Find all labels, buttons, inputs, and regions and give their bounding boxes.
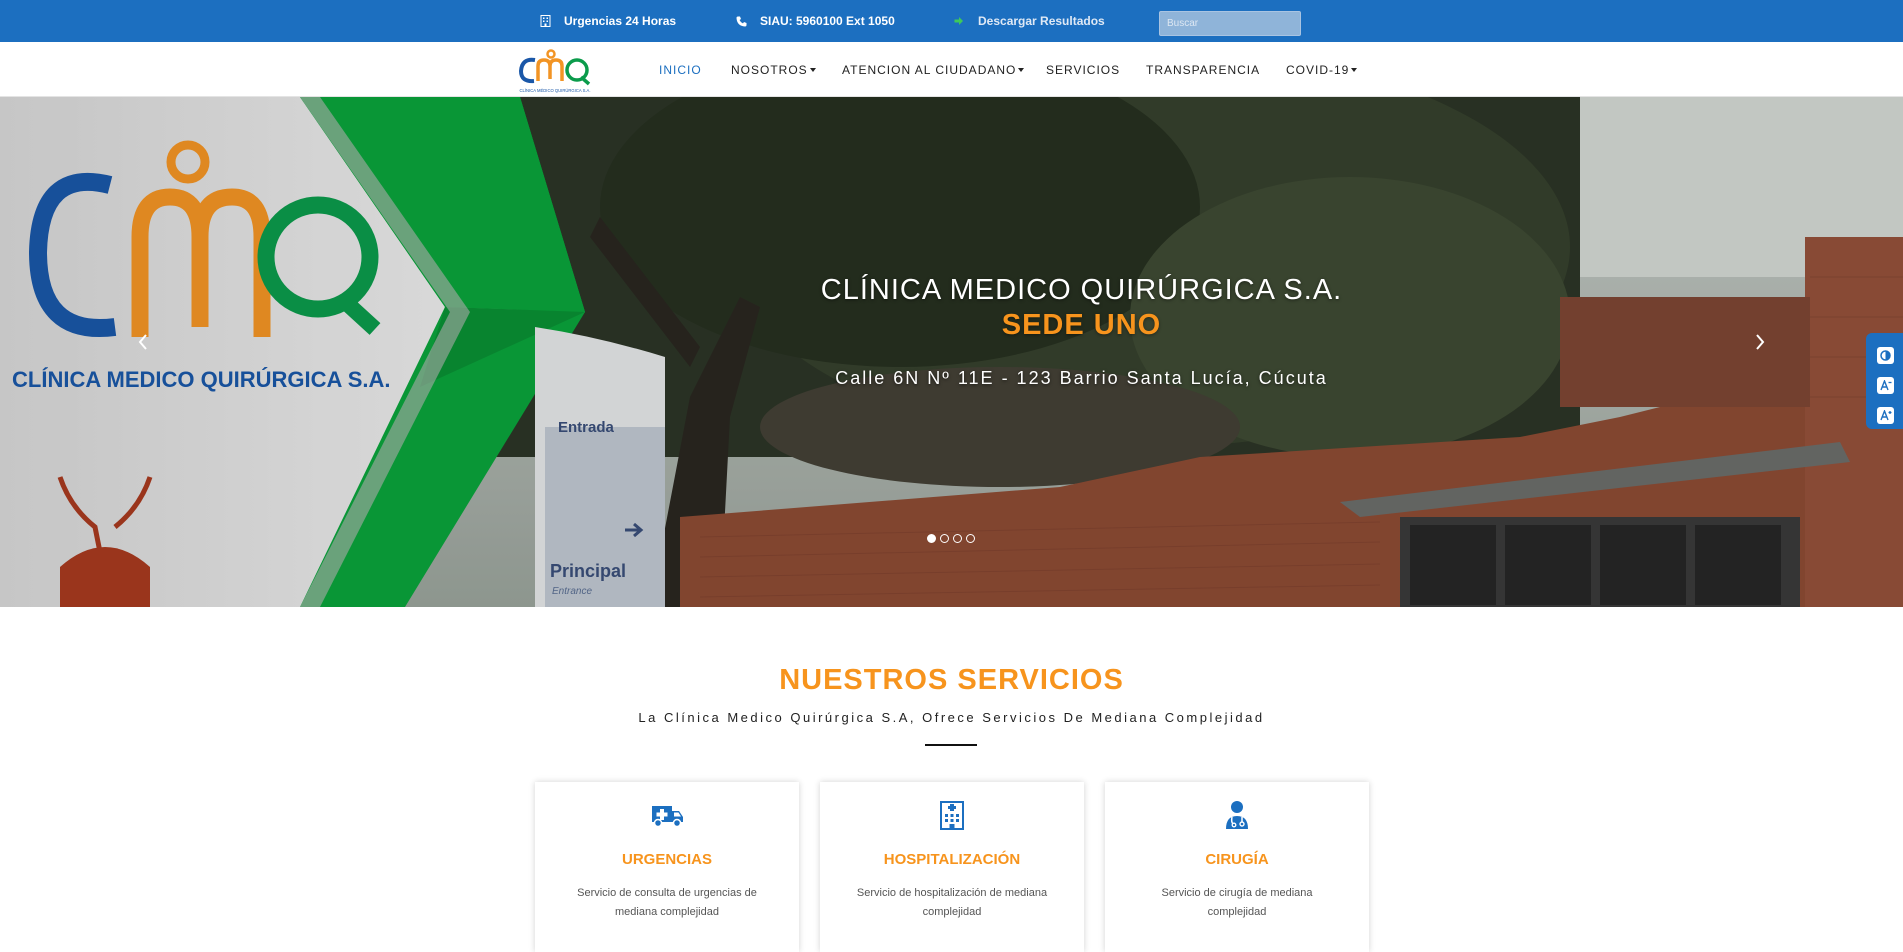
carousel-prev-button[interactable]: [133, 327, 153, 357]
service-card-hospitalizacion[interactable]: HOSPITALIZACIÓN Servicio de hospitalizac…: [820, 782, 1084, 952]
nav-covid[interactable]: COVID-19: [1286, 42, 1358, 97]
phone-icon: [734, 14, 748, 28]
nav-nosotros-label: NOSOTROS: [731, 62, 808, 77]
siau-link[interactable]: SIAU: 5960100 Ext 1050: [734, 0, 895, 42]
hospital-icon: [932, 800, 972, 834]
caret-down-icon: [1351, 68, 1358, 72]
ambulance-icon: [647, 800, 687, 834]
nav-transparencia[interactable]: TRANSPARENCIA: [1146, 42, 1260, 97]
services-subtitle: La Clínica Medico Quirúrgica S.A, Ofrece…: [638, 710, 1265, 725]
chevron-left-icon: [138, 334, 147, 350]
services-title: NUESTROS SERVICIOS: [779, 664, 1124, 696]
main-navbar: CLÍNICA MÉDICO QUIRÚRGICA S.A. INICIO NO…: [0, 42, 1903, 97]
hero-address: Calle 6N Nº 11E - 123 Barrio Santa Lucía…: [835, 368, 1328, 388]
nav-transparencia-label: TRANSPARENCIA: [1146, 62, 1261, 77]
service-card-text: Servicio de cirugía de mediana complejid…: [1161, 887, 1313, 918]
nav-servicios-label: SERVICIOS: [1046, 62, 1121, 77]
emergency-link[interactable]: Urgencias 24 Horas: [538, 0, 676, 42]
contrast-toggle-button[interactable]: [1877, 347, 1894, 364]
increase-font-button[interactable]: [1877, 407, 1894, 424]
carousel-dot-2[interactable]: [940, 534, 949, 543]
caret-down-icon: [809, 68, 816, 72]
clinic-logo[interactable]: CLÍNICA MÉDICO QUIRÚRGICA S.A.: [513, 44, 597, 94]
building-icon: [538, 14, 552, 28]
nav-nosotros[interactable]: NOSOTROS: [731, 42, 816, 97]
nav-covid-label: COVID-19: [1286, 62, 1350, 77]
service-card-text: Servicio de hospitalización de mediana c…: [856, 887, 1048, 918]
sign-in-icon: [952, 14, 966, 28]
hero-background-image: CLÍNICA MEDICO QUIRÚRGICA S.A. Entrada P…: [0, 97, 1903, 607]
service-card-cirugia[interactable]: CIRUGÍA Servicio de cirugía de mediana c…: [1105, 782, 1369, 952]
carousel-dot-4[interactable]: [966, 534, 975, 543]
contrast-icon: [1880, 350, 1891, 361]
download-results-label: Descargar Resultados: [978, 14, 1105, 28]
siau-label: SIAU: 5960100 Ext 1050: [760, 14, 895, 28]
nav-inicio[interactable]: INICIO: [659, 42, 702, 97]
nav-inicio-label: INICIO: [659, 62, 702, 77]
services-divider: [925, 744, 977, 746]
decrease-font-button[interactable]: [1877, 377, 1894, 394]
font-decrease-icon: [1879, 380, 1891, 391]
search-input[interactable]: [1159, 11, 1301, 36]
download-results-link[interactable]: Descargar Resultados: [952, 0, 1105, 42]
nav-atencion-label: ATENCION AL CIUDADANO: [842, 62, 1017, 77]
nav-servicios[interactable]: SERVICIOS: [1046, 42, 1120, 97]
accessibility-panel: [1866, 333, 1903, 429]
service-card-urgencias[interactable]: URGENCIAS Servicio de consulta de urgenc…: [535, 782, 799, 952]
carousel-dot-1[interactable]: [927, 534, 936, 543]
caret-down-icon: [1018, 68, 1025, 72]
logo-caption: CLÍNICA MÉDICO QUIRÚRGICA S.A.: [520, 88, 591, 93]
nav-atencion-ciudadano[interactable]: ATENCION AL CIUDADANO: [842, 42, 1025, 97]
chevron-right-icon: [1756, 334, 1765, 350]
hero-carousel: CLÍNICA MEDICO QUIRÚRGICA S.A. Entrada P…: [0, 97, 1903, 607]
carousel-dot-3[interactable]: [953, 534, 962, 543]
carousel-next-button[interactable]: [1750, 327, 1770, 357]
doctor-icon: [1217, 800, 1257, 834]
top-bar: Urgencias 24 Horas SIAU: 5960100 Ext 105…: [0, 0, 1903, 42]
hero-subtitle: SEDE UNO: [1001, 309, 1162, 341]
emergency-label: Urgencias 24 Horas: [564, 14, 677, 28]
hero-title: CLÍNICA MEDICO QUIRÚRGICA S.A.: [820, 274, 1343, 306]
service-card-title: HOSPITALIZACIÓN: [883, 851, 1021, 868]
carousel-indicators: [927, 534, 975, 543]
service-card-title: URGENCIAS: [621, 851, 712, 868]
service-card-text: Servicio de consulta de urgencias de med…: [577, 887, 757, 918]
font-increase-icon: [1879, 410, 1891, 421]
service-card-title: CIRUGÍA: [1205, 851, 1269, 868]
